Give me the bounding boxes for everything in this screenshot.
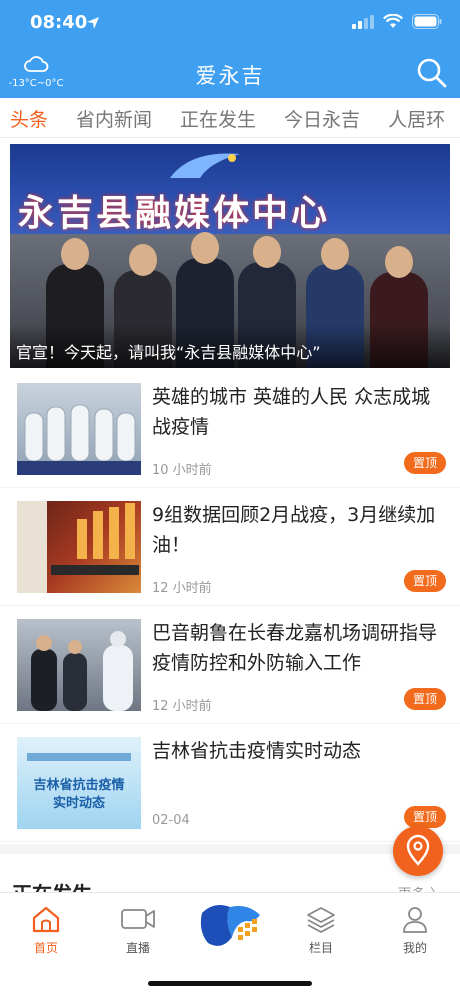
nav-home[interactable]: 首页 [11, 905, 81, 956]
news-thumbnail [17, 619, 141, 711]
tab-headlines[interactable]: 头条 [0, 98, 62, 137]
thumb-text: 吉林省抗击疫情 [33, 777, 124, 793]
section-divider [0, 844, 460, 854]
signal-icon [352, 14, 374, 29]
nav-live-label: 直播 [125, 941, 150, 955]
tab-living-environment[interactable]: 人居环 [374, 98, 459, 137]
nav-profile[interactable]: 我的 [380, 905, 450, 956]
hero-card[interactable]: 永吉县融媒体中心 官宣！今天起，请叫我“永吉县融媒体中心” [10, 144, 450, 368]
nav-home-label: 首页 [33, 941, 58, 955]
home-icon [32, 906, 60, 933]
home-indicator [148, 981, 312, 986]
pinned-badge: 置顶 [404, 452, 446, 474]
battery-icon [412, 14, 442, 29]
news-time: 12 小时前 [152, 581, 212, 596]
logo-emblem-icon [170, 153, 240, 178]
news-time: 02-04 [152, 813, 190, 828]
nav-live[interactable]: 直播 [103, 905, 173, 956]
search-icon[interactable] [416, 57, 448, 89]
nav-profile-label: 我的 [402, 941, 427, 955]
pinned-badge: 置顶 [404, 688, 446, 710]
app-header: -13°C~0°C 爱永吉 [0, 50, 460, 98]
news-thumbnail [17, 383, 141, 475]
hero-banner-text: 永吉县融媒体中心 [18, 193, 331, 234]
news-time: 10 小时前 [152, 463, 212, 478]
news-item[interactable]: 英雄的城市 英雄的人民 众志成城战疫情 10 小时前 置顶 [0, 370, 460, 488]
news-title: 巴音朝鲁在长春龙嘉机场调研指导疫情防控和外防输入工作 [152, 622, 438, 674]
tab-province-news[interactable]: 省内新闻 [62, 98, 166, 137]
news-title: 英雄的城市 英雄的人民 众志成城战疫情 [152, 386, 431, 438]
news-item[interactable]: 9组数据回顾2月战疫，3月继续加油！ 12 小时前 置顶 [0, 488, 460, 606]
layers-icon [307, 907, 335, 934]
thumb-text: 实时动态 [53, 795, 105, 811]
news-thumbnail [17, 501, 141, 593]
app-title: 爱永吉 [195, 64, 265, 88]
tab-happening-now[interactable]: 正在发生 [166, 98, 270, 137]
category-tabs: 头条 省内新闻 正在发生 今日永吉 人居环 [0, 98, 460, 138]
news-item[interactable]: 巴音朝鲁在长春龙嘉机场调研指导疫情防控和外防输入工作 12 小时前 置顶 [0, 606, 460, 724]
location-button[interactable] [393, 826, 443, 876]
map-pin-icon [406, 834, 430, 866]
app-logo-button[interactable] [194, 893, 266, 963]
app-logo-icon [200, 905, 260, 946]
nav-columns-label: 栏目 [308, 941, 333, 955]
status-bar: 08:40 [0, 0, 460, 50]
status-icons [352, 14, 442, 29]
news-item[interactable]: 吉林省抗击疫情 实时动态 吉林省抗击疫情实时动态 02-04 置顶 [0, 724, 460, 842]
nav-columns[interactable]: 栏目 [286, 905, 356, 956]
hero-caption: 官宣！今天起，请叫我“永吉县融媒体中心” [10, 324, 450, 368]
pinned-badge: 置顶 [404, 570, 446, 592]
news-list: 英雄的城市 英雄的人民 众志成城战疫情 10 小时前 置顶 9组数据回顾2月战疫… [0, 370, 460, 842]
news-title: 吉林省抗击疫情实时动态 [152, 740, 362, 762]
video-camera-icon [121, 909, 155, 929]
wifi-icon [383, 14, 403, 28]
news-time: 12 小时前 [152, 699, 212, 714]
user-icon [403, 907, 427, 933]
pinned-badge: 置顶 [404, 806, 446, 828]
news-thumbnail: 吉林省抗击疫情 实时动态 [17, 737, 141, 829]
tab-today-yongji[interactable]: 今日永吉 [270, 98, 374, 137]
status-time: 08:40 [30, 12, 88, 33]
location-arrow-icon [87, 17, 99, 29]
news-title: 9组数据回顾2月战疫，3月继续加油！ [152, 504, 436, 556]
